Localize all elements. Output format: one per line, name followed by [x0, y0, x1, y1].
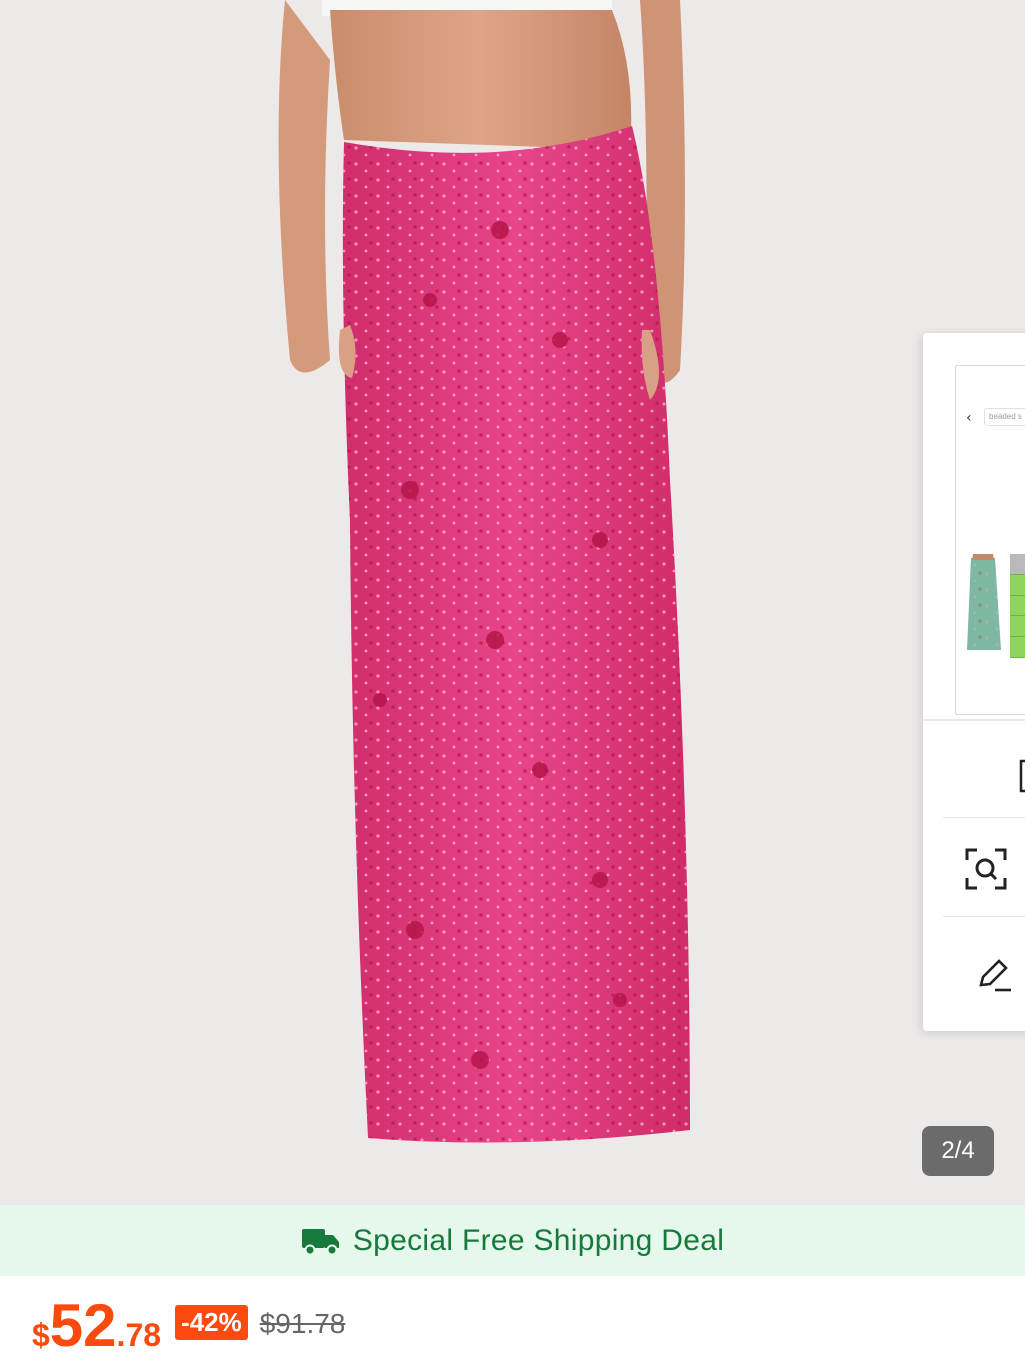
floating-side-panel[interactable]: ‹ beaded s	[923, 333, 1025, 1031]
panel-divider	[923, 719, 1025, 721]
screenshot-thumbnail[interactable]: ‹ beaded s	[955, 365, 1025, 715]
skirt-illustration	[278, 0, 690, 1143]
square-icon	[1019, 759, 1025, 793]
price-integer: 52	[49, 1292, 117, 1359]
panel-action-scan[interactable]	[943, 817, 1025, 907]
price-row: $ 52 .78 -42% $91.78	[32, 1296, 345, 1360]
discount-badge: -42%	[175, 1304, 248, 1340]
panel-action-square[interactable]	[943, 727, 1025, 817]
mini-product-thumbnail	[961, 554, 1005, 658]
edit-pencil-icon	[979, 959, 1011, 992]
mini-search-box: beaded s	[984, 408, 1025, 426]
mini-color-swatches	[1010, 554, 1025, 658]
original-price: $91.78	[259, 1308, 346, 1339]
chevron-left-icon: ‹	[966, 410, 972, 426]
panel-action-edit[interactable]	[943, 916, 1025, 1006]
image-counter: 2/4	[922, 1126, 994, 1176]
price-decimal: .78	[116, 1317, 162, 1353]
current-price: $ 52 .78	[32, 1296, 161, 1356]
truck-icon	[301, 1228, 339, 1255]
shipping-text: Special Free Shipping Deal	[352, 1223, 725, 1257]
product-image[interactable]: 2/4	[0, 0, 1025, 1205]
scan-search-icon	[965, 848, 1007, 890]
price-currency: $	[32, 1317, 50, 1353]
shipping-banner[interactable]: Special Free Shipping Deal	[0, 1205, 1025, 1276]
